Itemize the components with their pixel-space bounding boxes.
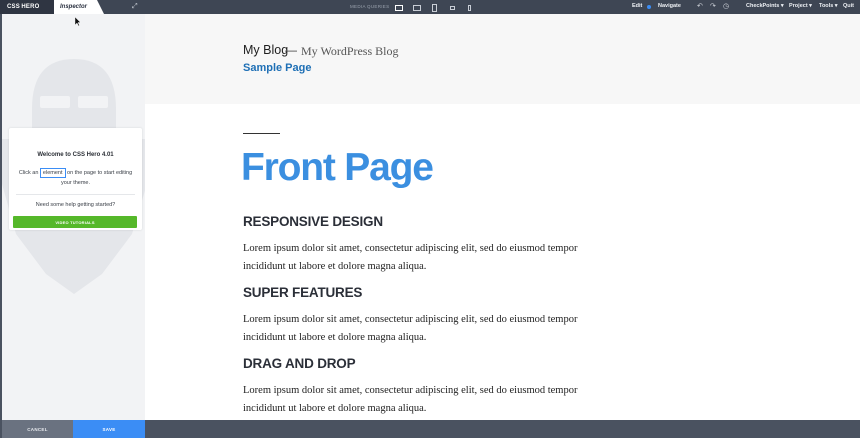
content-rule (243, 133, 280, 134)
video-tutorials-button[interactable]: VIDEO TUTORIALS (13, 216, 137, 228)
media-queries-label: MEDIA QUERIES (350, 4, 390, 9)
tools-menu[interactable]: Tools ▾ (819, 3, 838, 9)
laptop-icon[interactable] (411, 3, 422, 12)
element-chip: element (39, 168, 66, 178)
top-toolbar: CSS HERO Inspector ⤢ MEDIA QUERIES Edit … (0, 0, 860, 14)
edit-mode-button[interactable]: Edit (632, 3, 642, 9)
welcome-body-pre: Click an (18, 170, 40, 176)
welcome-instructions: Click an element on the page to start ed… (17, 168, 134, 188)
inspector-sidebar: Welcome to CSS Hero 4.01 Click an elemen… (0, 14, 145, 420)
quit-button[interactable]: Quit (843, 3, 854, 9)
card-divider (16, 194, 135, 195)
title-separator: — (285, 43, 297, 57)
welcome-body-post: on the page to start editing your theme. (60, 170, 133, 186)
section-paragraph: Lorem ipsum dolor sit amet, consectetur … (243, 314, 578, 343)
inspector-tab[interactable]: Inspector (54, 0, 104, 14)
tablet-landscape-icon[interactable] (448, 3, 456, 12)
project-menu[interactable]: Project ▾ (789, 3, 812, 9)
expand-icon[interactable]: ⤢ (132, 3, 140, 11)
section-heading: RESPONSIVE DESIGN (243, 214, 383, 229)
section-paragraph: Lorem ipsum dolor sit amet, consectetur … (243, 385, 578, 414)
site-header: My Blog — My WordPress Blog Sample Page (145, 14, 860, 104)
section-heading: SUPER FEATURES (243, 285, 363, 300)
welcome-card: Welcome to CSS Hero 4.01 Click an elemen… (9, 128, 142, 230)
nav-item-sample-page[interactable]: Sample Page (243, 62, 311, 74)
bottom-bar: CANCEL SAVE (0, 420, 860, 438)
site-preview: My Blog — My WordPress Blog Sample Page … (145, 14, 860, 420)
mode-toggle-dot[interactable] (647, 5, 651, 9)
redo-icon[interactable]: ↷ (710, 2, 716, 10)
checkpoints-menu[interactable]: CheckPoints ▾ (746, 3, 784, 9)
desktop-icon[interactable] (393, 3, 404, 12)
site-tagline: My WordPress Blog (301, 44, 399, 58)
navigate-mode-button[interactable]: Navigate (658, 3, 681, 9)
section-paragraph: Lorem ipsum dolor sit amet, consectetur … (243, 243, 578, 272)
history-icon[interactable]: ◷ (723, 2, 729, 10)
mouse-cursor-icon (75, 17, 81, 26)
cancel-button[interactable]: CANCEL (2, 420, 73, 438)
save-button[interactable]: SAVE (73, 420, 145, 438)
section-heading: DRAG AND DROP (243, 356, 356, 371)
welcome-title: Welcome to CSS Hero 4.01 (37, 152, 114, 158)
help-text: Need some help getting started? (35, 202, 116, 208)
phone-icon[interactable] (466, 3, 472, 12)
page-heading: Front Page (241, 146, 434, 189)
site-title[interactable]: My Blog (243, 43, 288, 57)
csshero-tab[interactable]: CSS HERO (0, 0, 54, 14)
tablet-icon[interactable] (430, 3, 438, 12)
undo-icon[interactable]: ↶ (697, 2, 703, 10)
